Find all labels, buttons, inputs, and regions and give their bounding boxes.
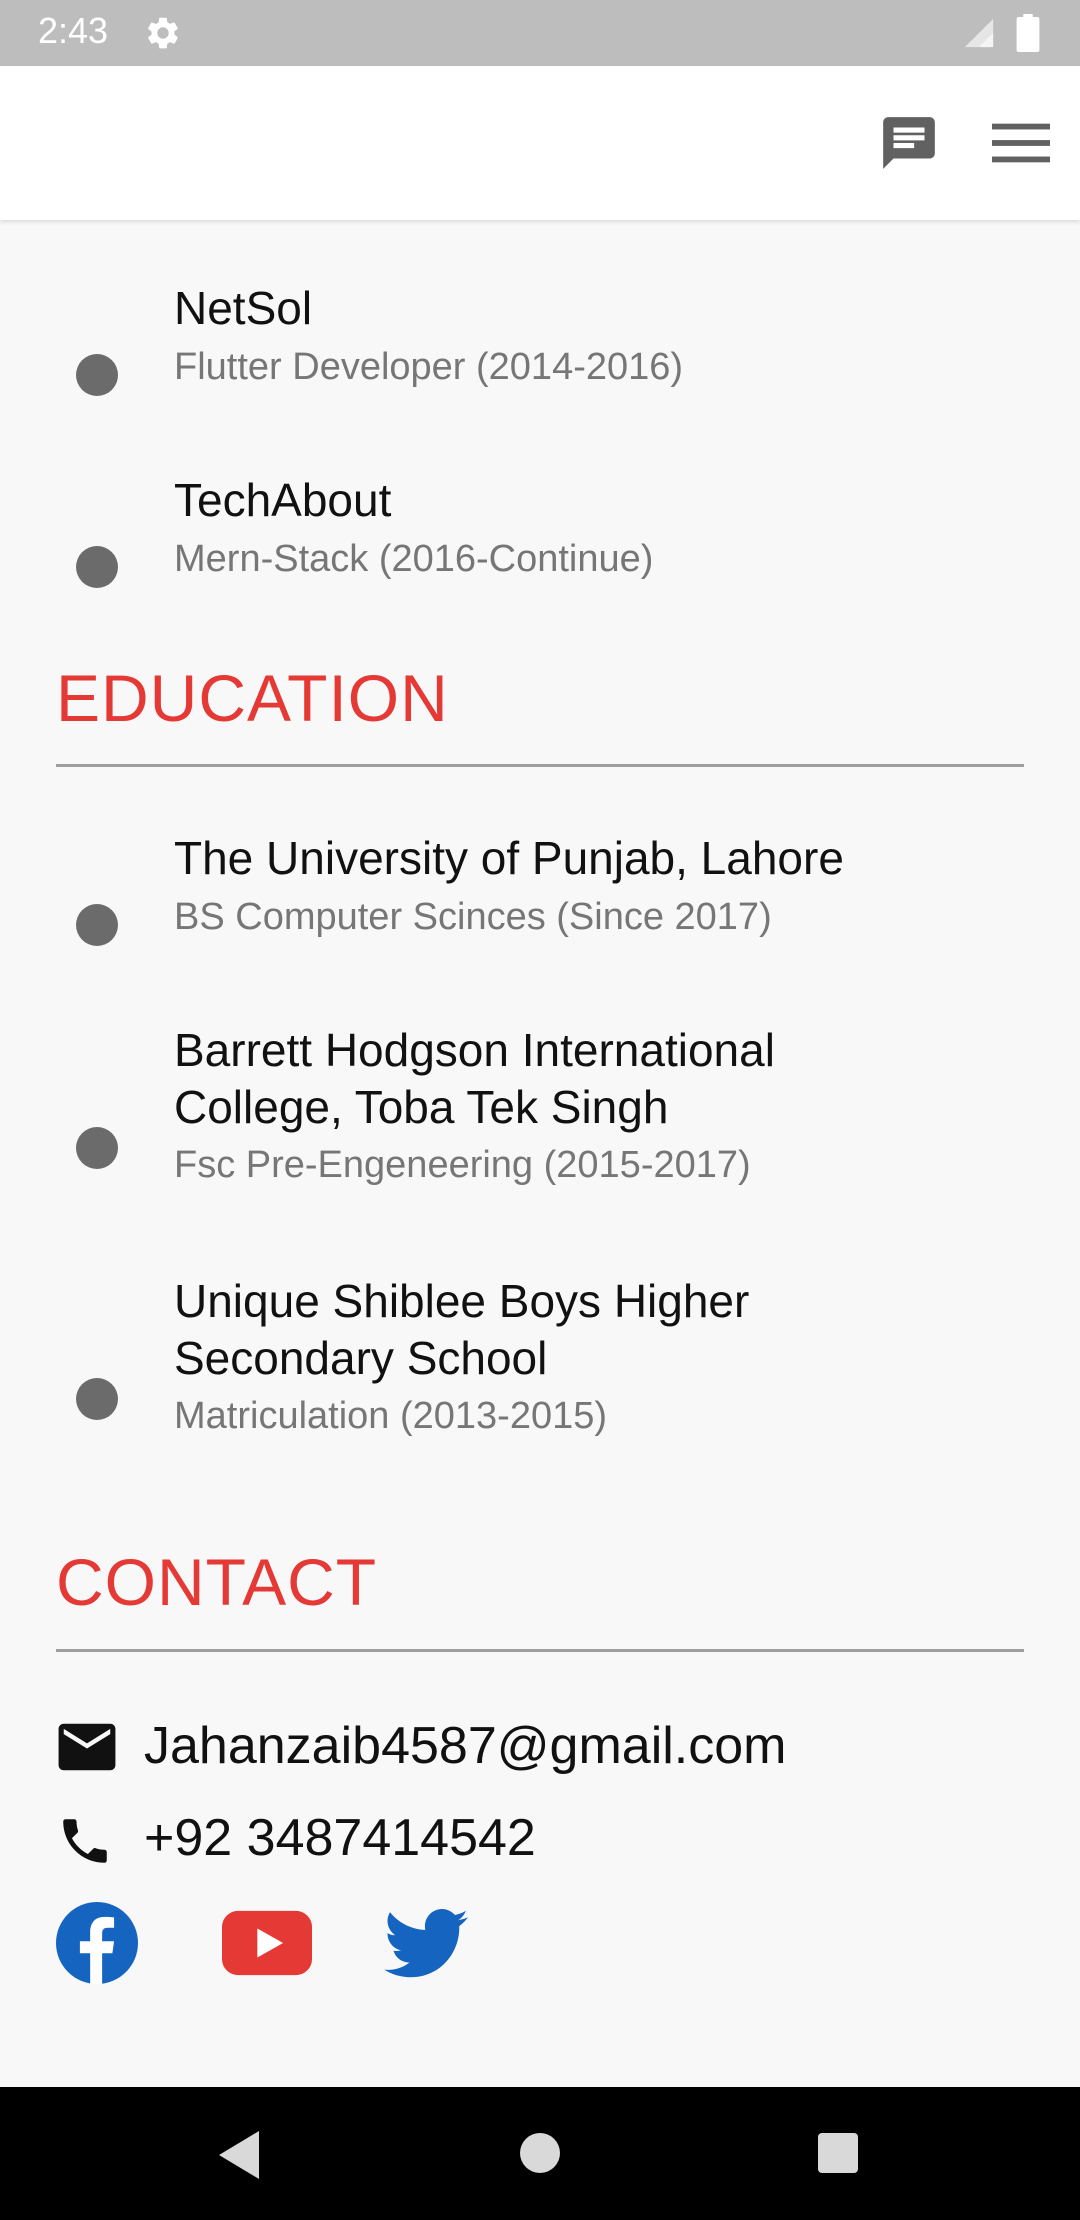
status-time: 2:43: [38, 10, 109, 51]
status-bar: 2:43: [0, 0, 1080, 66]
email-row[interactable]: Jahanzaib4587@gmail.com: [56, 1712, 1056, 1782]
signal-icon: [964, 18, 994, 48]
recents-icon[interactable]: [818, 2133, 858, 2173]
email-text[interactable]: Jahanzaib4587@gmail.com: [144, 1716, 786, 1776]
school-name: Barrett Hodgson International College, T…: [174, 1024, 775, 1133]
school-detail: BS Computer Scinces (Since 2017): [174, 896, 772, 938]
company-name: NetSol: [174, 282, 313, 334]
system-nav-bar: [0, 2087, 1080, 2220]
phone-icon: [63, 1819, 107, 1863]
school-name: Unique Shiblee Boys Higher Secondary Sch…: [174, 1275, 750, 1384]
gear-icon: [148, 17, 178, 49]
bullet-icon: [76, 1378, 118, 1420]
twitter-icon[interactable]: [384, 1908, 468, 1980]
menu-icon[interactable]: [992, 118, 1050, 168]
battery-icon: [1016, 14, 1040, 52]
school-detail: Fsc Pre-Engeneering (2015-2017): [174, 1144, 751, 1186]
app-bar: [0, 66, 1080, 220]
phone-text[interactable]: +92 3487414542: [144, 1808, 536, 1868]
youtube-icon[interactable]: [222, 1908, 312, 1978]
section-divider: [56, 764, 1024, 767]
bullet-icon: [76, 904, 118, 946]
contact-heading: CONTACT: [56, 1545, 378, 1619]
section-divider: [56, 1649, 1024, 1652]
email-icon: [58, 1723, 116, 1771]
resume-content[interactable]: NetSol Flutter Developer (2014-2016) Tec…: [0, 220, 1080, 2087]
bullet-icon: [76, 546, 118, 588]
company-name: TechAbout: [174, 474, 392, 526]
bullet-icon: [76, 354, 118, 396]
school-detail: Matriculation (2013-2015): [174, 1395, 608, 1437]
message-icon[interactable]: [878, 112, 940, 174]
phone-row[interactable]: +92 3487414542: [56, 1804, 1056, 1874]
back-icon[interactable]: [218, 2131, 260, 2179]
school-name: The University of Punjab, Lahore: [174, 832, 844, 884]
home-icon[interactable]: [520, 2133, 560, 2173]
company-detail: Mern-Stack (2016-Continue): [174, 538, 654, 580]
bullet-icon: [76, 1127, 118, 1169]
facebook-icon[interactable]: [56, 1900, 138, 1986]
education-heading: EDUCATION: [56, 661, 449, 735]
company-detail: Flutter Developer (2014-2016): [174, 346, 684, 388]
